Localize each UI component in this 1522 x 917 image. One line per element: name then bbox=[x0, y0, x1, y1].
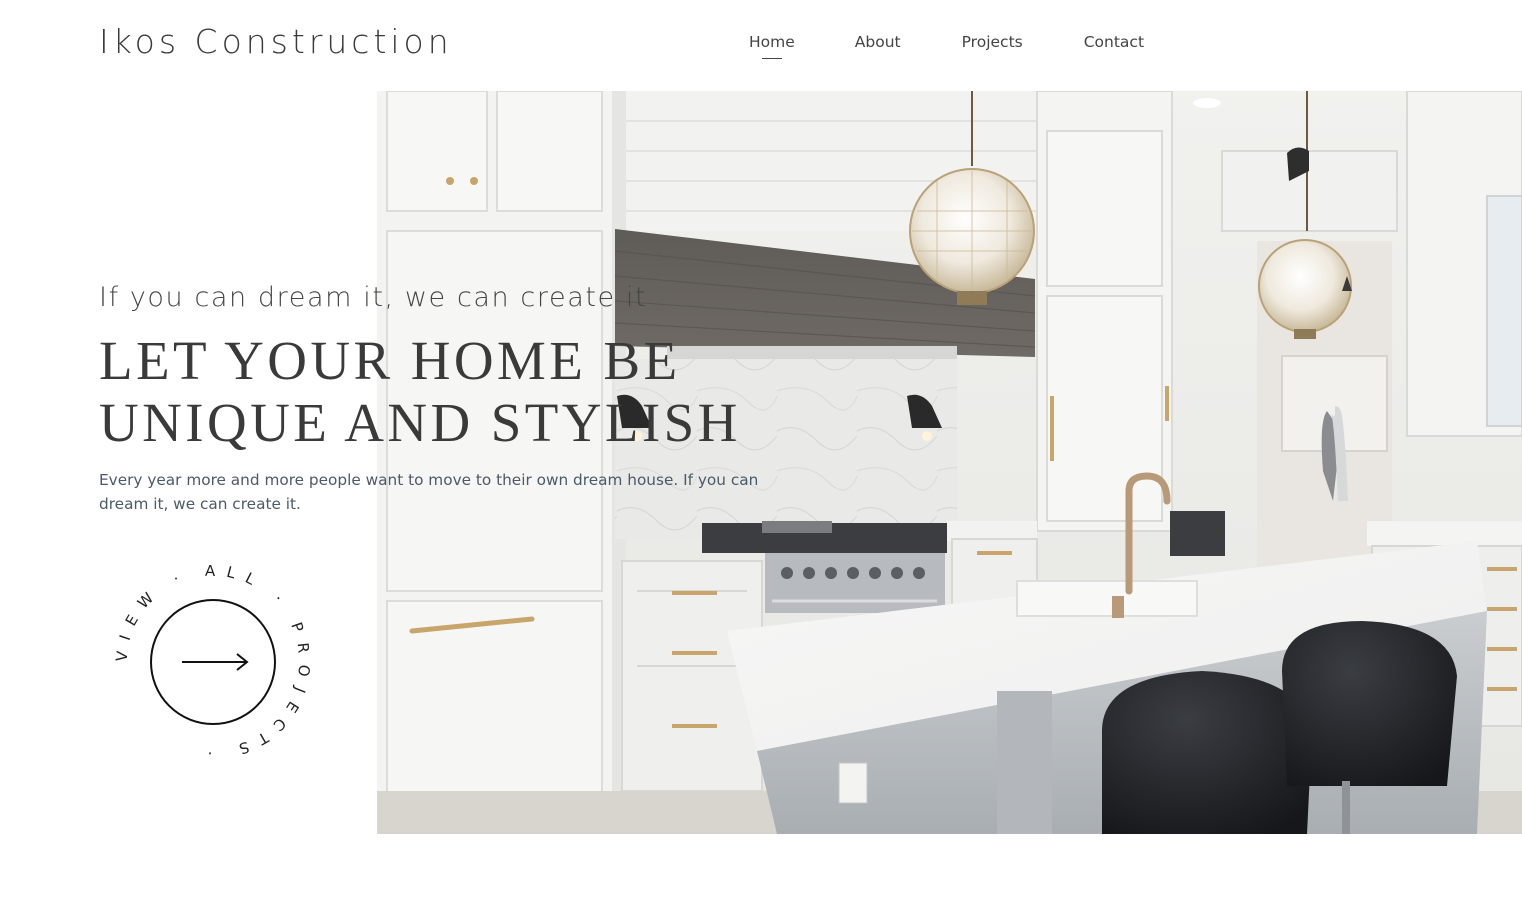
hero-kitchen-image bbox=[377, 91, 1522, 834]
arrow-right-icon bbox=[182, 653, 249, 671]
view-all-projects-button[interactable]: VIEW · ALL · PROJECTS · bbox=[113, 562, 313, 762]
nav-projects[interactable]: Projects bbox=[962, 33, 1023, 51]
hero-description: Every year more and more people want to … bbox=[99, 471, 759, 513]
nav-home[interactable]: Home bbox=[749, 33, 795, 51]
site-logo[interactable]: Ikos Construction bbox=[99, 22, 453, 61]
nav-contact[interactable]: Contact bbox=[1084, 33, 1144, 51]
hero-headline-line-2: UNIQUE AND STYLISH bbox=[99, 392, 741, 453]
main-nav: Home About Projects Contact bbox=[749, 33, 1144, 51]
nav-about[interactable]: About bbox=[855, 33, 901, 51]
hero-headline: LET YOUR HOME BE UNIQUE AND STYLISH bbox=[99, 330, 741, 454]
hero-headline-line-1: LET YOUR HOME BE bbox=[99, 330, 681, 391]
hero-tagline: If you can dream it, we can create it bbox=[99, 282, 648, 313]
